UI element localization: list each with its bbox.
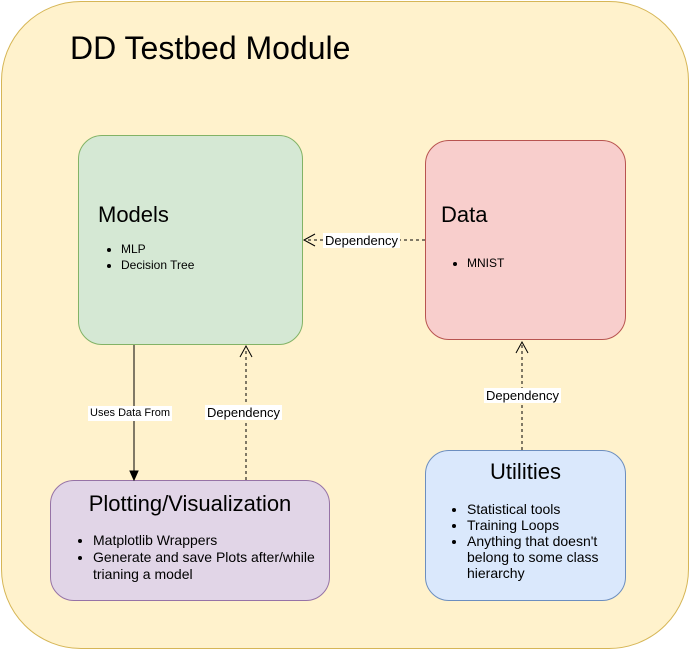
edge-label-plotting-to-models: Dependency bbox=[205, 405, 282, 420]
connector-layer bbox=[129, 233, 529, 482]
edge-label-data-to-models: Dependency bbox=[323, 233, 400, 248]
edge-label-utilities-to-data: Dependency bbox=[484, 388, 561, 403]
edge-label-models-to-plotting: Uses Data From bbox=[88, 406, 173, 421]
